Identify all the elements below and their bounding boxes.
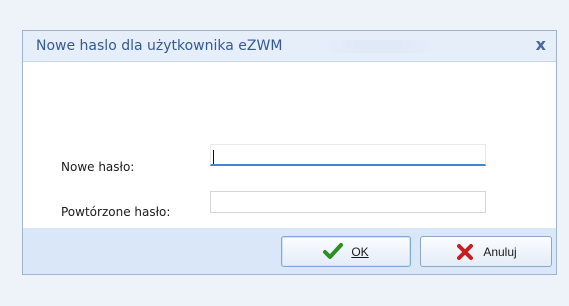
cancel-button-label: Anuluj — [483, 244, 517, 259]
checkmark-icon — [323, 242, 344, 262]
cancel-button[interactable]: Anuluj — [420, 236, 552, 267]
new-password-field[interactable] — [210, 144, 486, 166]
new-password-label: Nowe hasło: — [61, 160, 135, 174]
redacted-title-part — [323, 40, 433, 53]
text-cursor — [213, 150, 214, 164]
x-icon — [455, 242, 475, 262]
dialog-titlebar[interactable]: Nowe haslo dla użytkownika eZWM x — [23, 31, 556, 62]
dialog-content: Nowe hasło: Powtórzone hasło: — [23, 62, 556, 230]
dialog-title: Nowe haslo dla użytkownika eZWM — [36, 38, 283, 54]
ok-button[interactable]: OK — [281, 236, 411, 267]
ok-button-label: OK — [351, 244, 369, 259]
dialog-footer: OK Anuluj — [23, 228, 556, 274]
repeat-password-label: Powtórzone hasło: — [61, 205, 171, 219]
repeat-password-field[interactable] — [210, 191, 486, 213]
password-dialog: Nowe haslo dla użytkownika eZWM x Nowe h… — [22, 30, 557, 275]
close-icon[interactable]: x — [536, 36, 546, 54]
